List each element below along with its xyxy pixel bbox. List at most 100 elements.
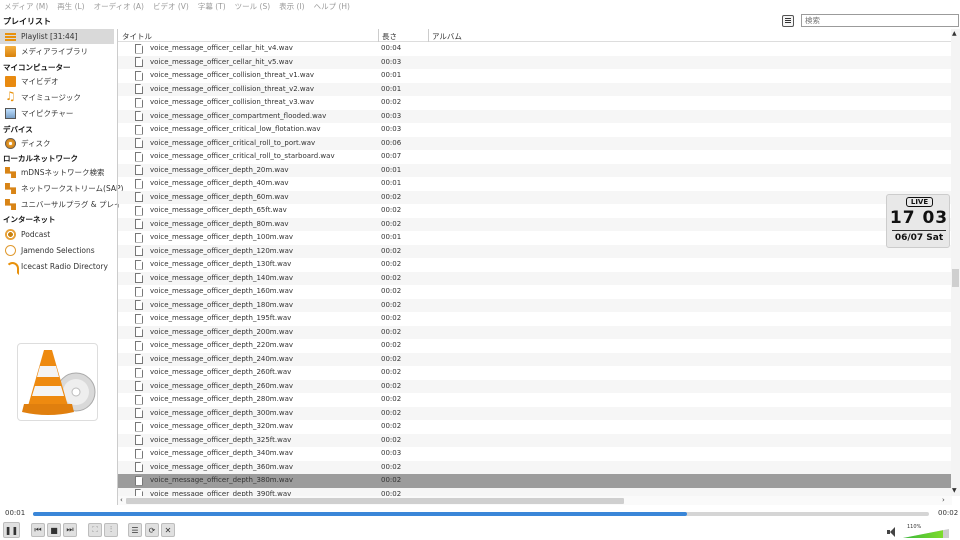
table-row[interactable]: voice_message_officer_depth_200m.wav 00:0… <box>118 325 952 339</box>
row-title: voice_message_officer_compartment_floode… <box>150 111 327 120</box>
file-icon <box>135 435 143 445</box>
table-row[interactable]: voice_message_officer_depth_220m.wav 00:0… <box>118 339 952 353</box>
row-duration: 00:02 <box>381 219 402 228</box>
column-header-title[interactable]: タイトル <box>122 31 152 42</box>
menu-item-4[interactable]: 字幕 (T) <box>198 1 226 12</box>
horizontal-scrollbar[interactable]: ‹ › <box>118 496 952 505</box>
menu-item-0[interactable]: メディア (M) <box>4 1 48 12</box>
playlist-toggle-button[interactable]: ☰ <box>128 523 142 537</box>
shuffle-button[interactable]: ✕ <box>161 523 175 537</box>
scroll-left-icon[interactable]: ‹ <box>120 496 123 504</box>
menu-item-3[interactable]: ビデオ (V) <box>153 1 189 12</box>
menu-item-2[interactable]: オーディオ (A) <box>94 1 144 12</box>
row-duration: 00:01 <box>381 179 402 187</box>
stop-button[interactable]: ■ <box>47 523 61 537</box>
table-row[interactable]: voice_message_officer_depth_100m.wav 00:0… <box>118 231 952 245</box>
vertical-scrollbar[interactable]: ▲ ▼ <box>951 29 960 496</box>
sidebar-item-mdns[interactable]: mDNSネットワーク検索 <box>0 165 114 180</box>
previous-button[interactable]: ⏮ <box>31 523 45 537</box>
table-row[interactable]: voice_message_officer_critical_low_flota… <box>118 123 952 137</box>
table-row[interactable]: voice_message_officer_depth_300m.wav 00:0… <box>118 406 952 420</box>
next-button[interactable]: ⏭ <box>63 523 77 537</box>
table-row[interactable]: voice_message_officer_depth_360m.wav 00:0… <box>118 460 952 474</box>
menu-item-5[interactable]: ツール (S) <box>235 1 271 12</box>
table-row[interactable]: voice_message_officer_depth_140m.wav 00:0… <box>118 271 952 285</box>
table-row[interactable]: voice_message_officer_depth_20m.wav 00:01 <box>118 163 952 177</box>
skip-back-icon: ⏮ <box>34 525 42 534</box>
row-duration: 00:02 <box>381 462 402 471</box>
column-header-duration[interactable]: 長さ <box>382 31 397 42</box>
table-row[interactable]: voice_message_officer_depth_325ft.wav 00:… <box>118 433 952 447</box>
table-row[interactable]: voice_message_officer_depth_240m.wav 00:0… <box>118 352 952 366</box>
search-input[interactable] <box>801 14 959 27</box>
table-row[interactable]: voice_message_officer_depth_195ft.wav 00:… <box>118 312 952 326</box>
seek-slider[interactable] <box>33 512 929 516</box>
table-row[interactable]: voice_message_officer_compartment_floode… <box>118 109 952 123</box>
sidebar-item-sap[interactable]: ネットワークストリーム(SAP) <box>0 181 123 196</box>
network-icon <box>5 183 16 194</box>
table-row[interactable]: voice_message_officer_depth_260ft.wav 00:… <box>118 366 952 380</box>
table-row[interactable]: voice_message_officer_depth_160m.wav 00:0… <box>118 285 952 299</box>
sidebar-item-upnp[interactable]: ユニバーサルプラグ & プレイ <box>0 197 121 212</box>
table-row[interactable]: voice_message_officer_depth_320m.wav 00:0… <box>118 420 952 434</box>
column-separator[interactable] <box>378 29 379 42</box>
table-body: voice_message_officer_cellar_hit_v4.wav 0… <box>118 42 952 496</box>
row-title: voice_message_officer_depth_140m.wav <box>150 273 294 282</box>
table-row[interactable]: voice_message_officer_depth_390ft.wav 00:… <box>118 487 952 496</box>
table-row[interactable]: voice_message_officer_depth_60m.wav 00:02 <box>118 190 952 204</box>
table-row[interactable]: voice_message_officer_depth_180m.wav 00:0… <box>118 298 952 312</box>
sidebar-item-my-music[interactable]: マイミュージック <box>0 89 114 105</box>
table-row[interactable]: voice_message_officer_critical_roll_to_s… <box>118 150 952 164</box>
table-row[interactable]: voice_message_officer_collision_threat_v… <box>118 96 952 110</box>
pause-button[interactable]: ❚❚ <box>3 522 20 538</box>
column-header-album[interactable]: アルバム <box>432 31 462 42</box>
table-row[interactable]: voice_message_officer_depth_260m.wav 00:0… <box>118 379 952 393</box>
scroll-up-icon[interactable]: ▲ <box>952 30 957 37</box>
column-separator[interactable] <box>428 29 429 42</box>
sidebar-item-icecast[interactable]: Icecast Radio Directory <box>0 259 114 275</box>
view-mode-icon[interactable] <box>782 15 794 27</box>
sidebar-item-jamendo[interactable]: Jamendo Selections <box>0 243 114 258</box>
file-icon <box>135 286 143 297</box>
sidebar-item-my-videos[interactable]: マイビデオ <box>0 74 114 89</box>
sidebar-item-my-pictures[interactable]: マイピクチャー <box>0 106 114 121</box>
sidebar-item-playlist[interactable]: Playlist [31:44] <box>0 29 114 44</box>
table-row[interactable]: voice_message_officer_critical_roll_to_p… <box>118 136 952 150</box>
clock-widget: LIVE 17 03 06/07 Sat <box>886 194 950 248</box>
table-row[interactable]: voice_message_officer_depth_340m.wav 00:0… <box>118 447 952 461</box>
table-row[interactable]: voice_message_officer_cellar_hit_v5.wav 0… <box>118 55 952 69</box>
table-row[interactable]: voice_message_officer_depth_130ft.wav 00:… <box>118 258 952 272</box>
sidebar-item-media-library[interactable]: メディアライブラリ <box>0 44 114 59</box>
loop-button[interactable]: ⟳ <box>145 523 159 537</box>
row-title: voice_message_officer_depth_60m.wav <box>150 192 289 201</box>
table-row[interactable]: voice_message_officer_depth_280m.wav 00:0… <box>118 393 952 407</box>
row-duration: 00:02 <box>381 395 402 403</box>
volume-label: 110% <box>907 524 922 530</box>
sidebar-item-disc[interactable]: ディスク <box>0 136 114 151</box>
vertical-scroll-thumb[interactable] <box>952 269 959 287</box>
podcast-icon <box>5 229 16 240</box>
table-row[interactable]: voice_message_officer_collision_threat_v… <box>118 82 952 96</box>
file-icon <box>135 84 143 94</box>
menu-item-1[interactable]: 再生 (L) <box>57 1 84 12</box>
scroll-right-icon[interactable]: › <box>942 496 945 504</box>
horizontal-scroll-thumb[interactable] <box>126 498 624 504</box>
row-title: voice_message_officer_depth_130ft.wav <box>150 260 292 268</box>
scroll-down-icon[interactable]: ▼ <box>952 487 957 494</box>
table-row[interactable]: voice_message_officer_depth_120m.wav 00:0… <box>118 244 952 258</box>
sidebar-item-label: Jamendo Selections <box>21 246 95 255</box>
sidebar-item-podcast[interactable]: Podcast <box>0 227 114 242</box>
fullscreen-button[interactable]: ⛶ <box>88 523 102 537</box>
menu-item-6[interactable]: 表示 (I) <box>279 1 304 12</box>
menu-item-7[interactable]: ヘルプ (H) <box>314 1 350 12</box>
row-duration: 00:02 <box>381 260 402 268</box>
row-duration: 00:02 <box>381 192 402 201</box>
extended-settings-button[interactable]: ⫶ <box>104 523 118 537</box>
volume-icon[interactable] <box>887 527 899 537</box>
table-row[interactable]: voice_message_officer_depth_65ft.wav 00:0… <box>118 204 952 218</box>
table-row[interactable]: voice_message_officer_depth_380m.wav 00:0… <box>118 474 952 488</box>
table-row[interactable]: voice_message_officer_depth_40m.wav 00:01 <box>118 177 952 191</box>
table-row[interactable]: voice_message_officer_depth_80m.wav 00:02 <box>118 217 952 231</box>
table-row[interactable]: voice_message_officer_collision_threat_v… <box>118 69 952 83</box>
table-row[interactable]: voice_message_officer_cellar_hit_v4.wav 0… <box>118 42 952 56</box>
